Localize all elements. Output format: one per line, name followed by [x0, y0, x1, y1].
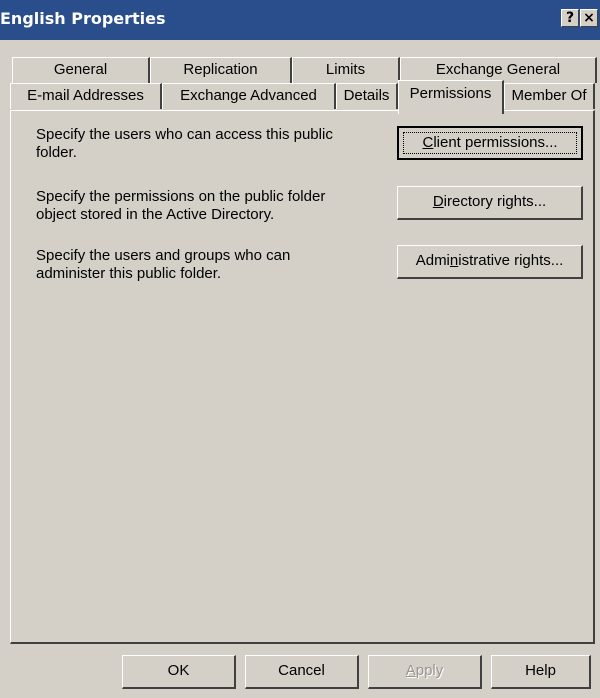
cancel-button[interactable]: Cancel: [245, 655, 359, 689]
tab-permissions[interactable]: Permissions: [398, 80, 504, 114]
tab-member-of[interactable]: Member Of: [504, 83, 595, 109]
close-icon[interactable]: ×: [580, 9, 598, 27]
administrative-rights-description: Specify the users and groups who can adm…: [36, 247, 291, 282]
help-button[interactable]: Help: [491, 655, 591, 689]
properties-dialog: English Properties ? × General Replicati…: [0, 0, 600, 698]
apply-button[interactable]: Apply: [368, 655, 482, 689]
help-icon[interactable]: ?: [561, 9, 579, 27]
window-title: English Properties: [0, 9, 166, 28]
client-permissions-description: Specify the users who can access this pu…: [36, 126, 333, 161]
tab-replication[interactable]: Replication: [150, 57, 292, 83]
client-permissions-button[interactable]: Client permissions...: [397, 126, 583, 160]
tab-limits[interactable]: Limits: [292, 57, 400, 83]
tab-exchange-advanced[interactable]: Exchange Advanced: [162, 83, 336, 109]
ok-button[interactable]: OK: [122, 655, 236, 689]
tab-email-addresses[interactable]: E-mail Addresses: [10, 83, 162, 109]
tab-general[interactable]: General: [12, 57, 150, 83]
title-bar[interactable]: English Properties ? ×: [0, 0, 600, 40]
directory-rights-button[interactable]: Directory rights...: [397, 186, 583, 220]
directory-rights-description: Specify the permissions on the public fo…: [36, 188, 326, 223]
administrative-rights-button[interactable]: Administrative rights...: [397, 245, 583, 279]
focus-rectangle: [403, 132, 577, 154]
tab-details[interactable]: Details: [336, 83, 398, 109]
